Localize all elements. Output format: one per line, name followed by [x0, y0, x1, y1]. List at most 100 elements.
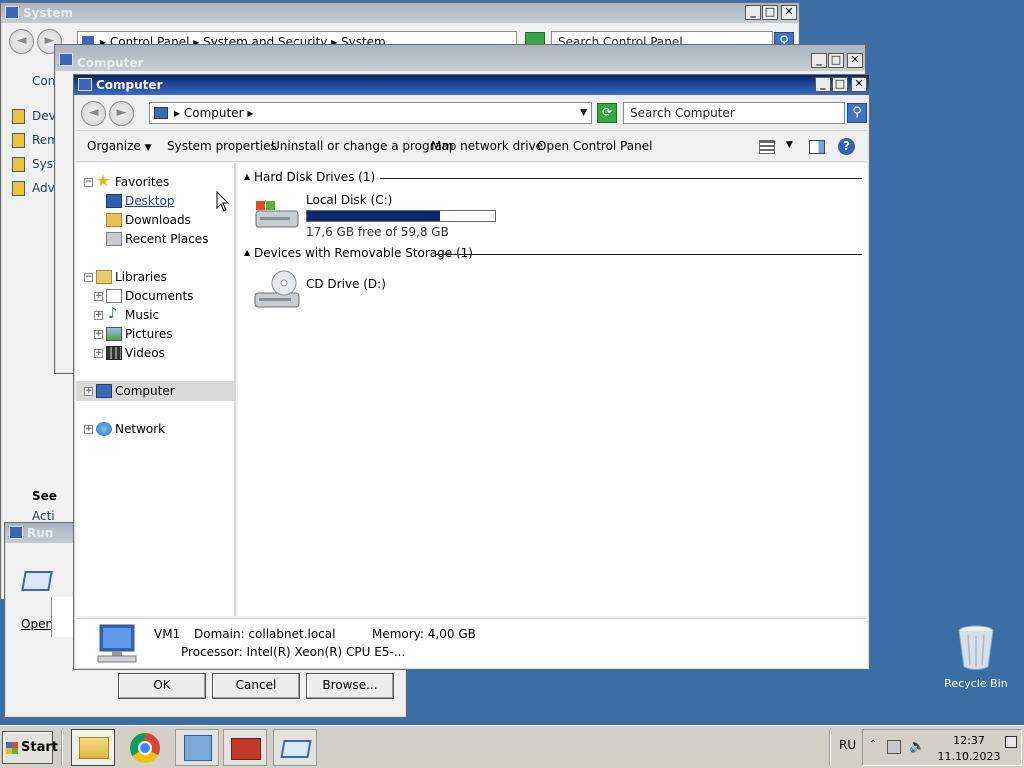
taskbar-server-manager-button[interactable] — [175, 729, 219, 766]
collapse-group-icon[interactable]: ▲ — [244, 172, 250, 181]
tree-libraries[interactable]: Libraries — [115, 268, 167, 286]
taskbar-explorer-button[interactable] — [71, 729, 115, 766]
computer-titlebar[interactable]: Computer _ □ ✕ — [74, 75, 869, 95]
maximize-button[interactable]: □ — [828, 53, 844, 68]
search-icon[interactable]: ⚲ — [847, 103, 867, 123]
downloads-icon — [106, 213, 122, 227]
videos-expander[interactable]: + — [94, 349, 103, 358]
shield-icon — [12, 109, 25, 124]
map-network-drive-button[interactable]: Map network drive — [431, 139, 543, 153]
run-program-icon — [280, 740, 312, 758]
uninstall-program-button[interactable]: Uninstall or change a program — [271, 139, 454, 153]
search-input[interactable]: Search Computer — [623, 102, 845, 124]
network-expander[interactable]: + — [84, 425, 93, 434]
memory-info: Memory: 4,00 GB — [372, 627, 476, 641]
close-button[interactable]: ✕ — [781, 5, 797, 20]
maximize-button[interactable]: □ — [762, 5, 778, 20]
pictures-expander[interactable]: + — [94, 330, 103, 339]
recycle-bin-label: Recycle Bin — [944, 677, 1008, 690]
tree-desktop[interactable]: Desktop — [125, 192, 175, 210]
tree-pictures[interactable]: Pictures — [125, 325, 173, 343]
open-control-panel-button[interactable]: Open Control Panel — [537, 139, 652, 153]
organize-menu[interactable]: Organize ▼ — [87, 139, 152, 153]
local-disk-free-space: 17,6 GB free of 59,8 GB — [306, 225, 449, 239]
documents-icon — [106, 289, 122, 303]
recycle-bin[interactable]: Recycle Bin — [940, 625, 1012, 695]
show-desktop-icon[interactable] — [1005, 736, 1017, 748]
taskbar-chrome-button[interactable] — [123, 729, 167, 766]
system-link-0[interactable]: Dev — [32, 109, 56, 123]
group-divider — [380, 178, 862, 179]
preview-pane-icon[interactable] — [809, 140, 825, 154]
maximize-button[interactable]: □ — [832, 77, 848, 92]
minimize-button[interactable]: _ — [745, 5, 761, 20]
tree-network[interactable]: Network — [115, 420, 165, 438]
group-hard-disk-drives[interactable]: Hard Disk Drives (1) — [254, 170, 375, 184]
back-button[interactable]: ◄ — [81, 101, 106, 126]
address-segment-computer[interactable]: Computer — [184, 106, 244, 120]
computer-icon — [59, 53, 73, 66]
action-center-link[interactable]: Acti — [32, 509, 55, 523]
refresh-button[interactable]: ⟳ — [597, 103, 617, 123]
star-icon: ★ — [96, 171, 111, 190]
tree-favorites[interactable]: Favorites — [115, 173, 169, 191]
videos-icon — [106, 346, 122, 360]
cancel-button[interactable]: Cancel — [212, 673, 300, 699]
hard-drive-icon — [255, 201, 299, 228]
taskbar-toolbox-button[interactable] — [223, 729, 267, 766]
network-tray-icon[interactable] — [887, 740, 901, 754]
tree-computer[interactable]: Computer — [115, 382, 175, 400]
music-expander[interactable]: + — [94, 311, 103, 320]
libraries-expander[interactable]: − — [84, 273, 93, 282]
computer-expander[interactable]: + — [84, 387, 93, 396]
close-button[interactable]: ✕ — [847, 53, 863, 68]
system-titlebar[interactable]: System _ □ ✕ — [1, 3, 799, 23]
minimize-button[interactable]: _ — [815, 77, 831, 92]
forward-button[interactable]: ► — [109, 101, 134, 126]
change-view-icon[interactable] — [759, 140, 775, 154]
clock-time[interactable]: 12:37 — [941, 734, 997, 747]
tray-separator — [829, 730, 831, 765]
recent-places-icon — [106, 232, 122, 246]
cd-drive-item[interactable]: CD Drive (D:) — [252, 267, 452, 315]
system-properties-button[interactable]: System properties — [167, 139, 277, 153]
minimize-button[interactable]: _ — [811, 53, 827, 68]
local-disk-name: Local Disk (C:) — [306, 193, 393, 207]
close-button[interactable]: ✕ — [851, 77, 867, 92]
navigation-pane: − ★ Favorites Desktop Downloads Recent P… — [76, 163, 236, 616]
tree-downloads[interactable]: Downloads — [125, 211, 191, 229]
computer-window: Computer _ □ ✕ ◄ ► ▸ Computer ▸ ▼ ⟳ Sear… — [73, 74, 870, 670]
disk-usage-fill — [307, 211, 440, 221]
favorites-expander[interactable]: − — [84, 178, 93, 187]
tree-videos[interactable]: Videos — [125, 344, 165, 362]
disk-usage-bar — [306, 210, 496, 222]
show-hidden-icons-icon[interactable]: ⌃ — [869, 739, 877, 750]
start-button[interactable]: Start — [2, 731, 58, 764]
view-dropdown-icon[interactable]: ▼ — [786, 140, 793, 150]
tree-documents[interactable]: Documents — [125, 287, 193, 305]
address-dropdown-arrow[interactable]: ▼ — [580, 103, 587, 123]
group-removable-storage[interactable]: Devices with Removable Storage (1) — [254, 246, 473, 260]
control-panel-home-link[interactable]: Con — [32, 74, 55, 88]
system-link-3[interactable]: Adv — [32, 181, 55, 195]
taskbar-separator — [61, 730, 63, 765]
desktop-icon — [106, 194, 122, 208]
music-icon: ♪ — [108, 304, 118, 322]
start-label: Start — [21, 740, 58, 755]
ok-button[interactable]: OK — [118, 673, 206, 699]
back-button[interactable]: ◄ — [9, 29, 34, 54]
computer-back-titlebar[interactable]: Computer _ □ ✕ — [55, 45, 865, 71]
clock-date[interactable]: 11.10.2023 — [935, 750, 1003, 763]
collapse-group-icon[interactable]: ▲ — [244, 248, 250, 257]
browse-button[interactable]: Browse... — [306, 673, 394, 699]
local-disk-item[interactable]: Local Disk (C:) 17,6 GB free of 59,8 GB — [252, 193, 512, 239]
tree-music[interactable]: Music — [125, 306, 159, 324]
address-bar[interactable]: ▸ Computer ▸ ▼ — [149, 102, 592, 124]
taskbar-run-button[interactable] — [273, 729, 317, 766]
language-indicator[interactable]: RU — [839, 738, 856, 752]
help-icon[interactable]: ? — [838, 138, 855, 155]
taskbar: Start RU ⌃ 🔈 12:37 11.10.2023 — [0, 725, 1024, 768]
documents-expander[interactable]: + — [94, 292, 103, 301]
volume-muted-icon[interactable]: 🔈 — [909, 740, 925, 754]
tree-recent-places[interactable]: Recent Places — [125, 230, 208, 248]
